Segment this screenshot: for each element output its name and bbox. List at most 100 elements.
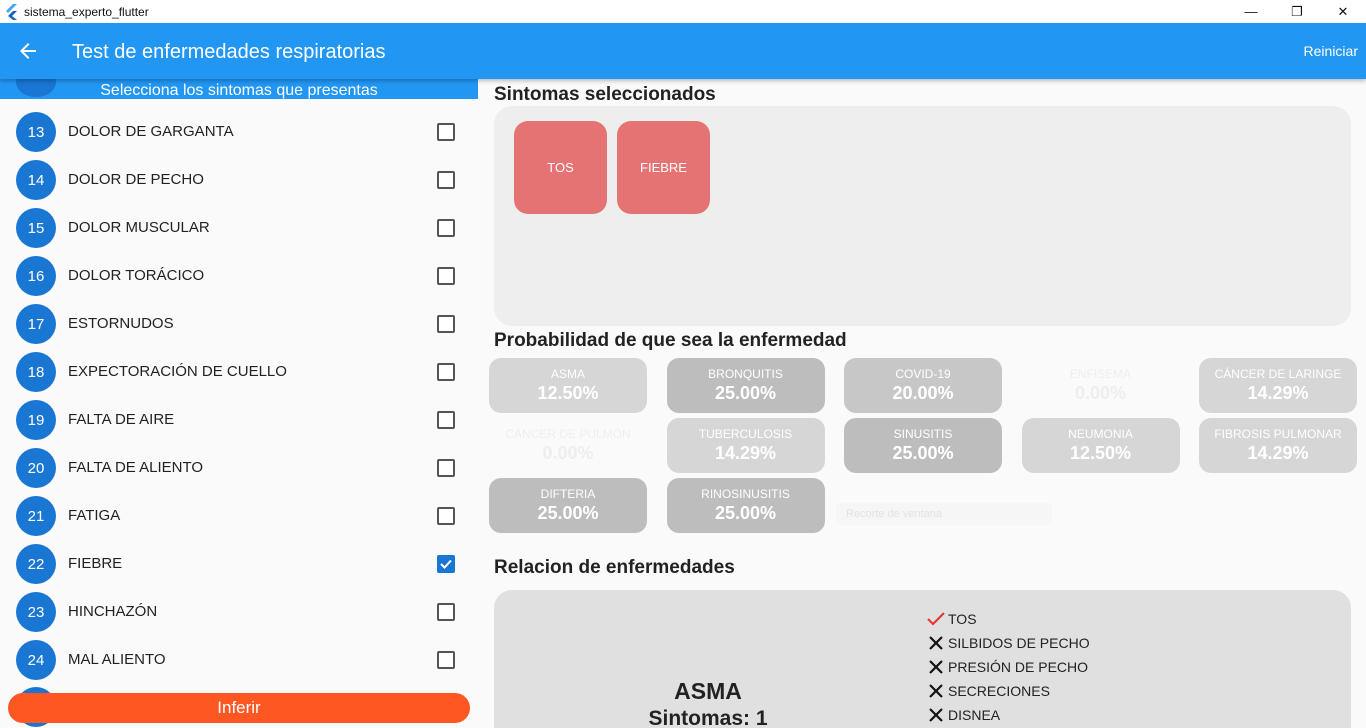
probability-card: DIFTERIA 25.00% bbox=[489, 478, 647, 533]
symptom-checkbox[interactable] bbox=[437, 411, 455, 429]
symptom-row[interactable]: 19 FALTA DE AIRE bbox=[0, 396, 478, 444]
close-window-button[interactable]: ✕ bbox=[1320, 0, 1366, 23]
probability-card: NEUMONIA 12.50% bbox=[1021, 418, 1180, 473]
relation-symptom-label: DISNEA bbox=[948, 707, 1001, 723]
window-title: sistema_experto_flutter bbox=[24, 4, 149, 19]
relation-card: ASMA Sintomas: 1 TOS SILBIDOS DE PECHO PRE… bbox=[494, 590, 1351, 728]
infer-button[interactable]: Inferir bbox=[8, 693, 470, 723]
symptom-checkbox[interactable] bbox=[437, 459, 455, 477]
symptom-list-header-text: Selecciona los sintomas que presentas bbox=[100, 82, 378, 99]
probability-card: CÁNCER DE LARINGE 14.29% bbox=[1199, 358, 1357, 413]
symptom-number-avatar: 14 bbox=[16, 160, 56, 200]
symptom-checkbox[interactable] bbox=[437, 123, 455, 141]
disease-probability: 25.00% bbox=[714, 503, 777, 523]
probability-card: BRONQUITIS 25.00% bbox=[666, 358, 825, 413]
disease-name: TUBERCULOSIS bbox=[698, 427, 793, 441]
page-title: Test de enfermedades respiratorias bbox=[72, 41, 386, 63]
symptom-number-avatar: 18 bbox=[16, 352, 56, 392]
symptom-row[interactable]: 23 HINCHAZÓN bbox=[0, 588, 478, 636]
probability-card: ENFISEMA 0.00% bbox=[1021, 358, 1180, 413]
reset-button[interactable]: Reiniciar bbox=[1304, 43, 1358, 59]
symptom-number-avatar: 16 bbox=[16, 256, 56, 296]
symptom-row[interactable]: 20 FALTA DE ALIENTO bbox=[0, 444, 478, 492]
symptom-list-panel: Selecciona los sintomas que presentas 13… bbox=[0, 79, 478, 728]
flutter-logo-icon bbox=[6, 3, 17, 20]
disease-probability: 12.50% bbox=[1069, 443, 1132, 463]
selected-symptoms-title: Sintomas seleccionados bbox=[494, 84, 716, 105]
symptom-label: FALTA DE ALIENTO bbox=[68, 459, 204, 476]
back-arrow-icon[interactable] bbox=[16, 39, 40, 63]
symptom-checkbox[interactable] bbox=[437, 507, 455, 525]
probability-card: COVID-19 20.00% bbox=[844, 358, 1002, 413]
probability-card: SINUSITIS 25.00% bbox=[844, 418, 1002, 473]
symptom-checkbox[interactable] bbox=[437, 219, 455, 237]
results-panel: Sintomas seleccionados TOS FIEBRE Probab… bbox=[480, 79, 1366, 728]
relation-symptom-item: DISNEA bbox=[926, 703, 1090, 727]
disease-probability: 25.00% bbox=[537, 503, 599, 523]
symptom-number-avatar: 15 bbox=[16, 208, 56, 248]
symptom-number-avatar: 21 bbox=[16, 496, 56, 536]
selected-symptoms-box: TOS FIEBRE bbox=[494, 106, 1351, 326]
symptom-number-avatar: 22 bbox=[16, 544, 56, 584]
relation-symptom-item: SECRECIONES bbox=[926, 679, 1090, 703]
disease-name: CÁNCER DE PULMÓN bbox=[505, 427, 631, 441]
relation-symptom-count: Sintomas: 1 bbox=[648, 707, 768, 728]
symptom-row[interactable]: 24 MAL ALIENTO bbox=[0, 636, 478, 684]
disease-probability: 0.00% bbox=[1074, 383, 1127, 403]
symptom-number-avatar: 24 bbox=[16, 640, 56, 680]
disease-probability: 14.29% bbox=[1247, 383, 1309, 403]
disease-name: NEUMONIA bbox=[1068, 427, 1133, 441]
symptom-row[interactable]: 14 DOLOR DE PECHO bbox=[0, 156, 478, 204]
symptom-row[interactable]: 21 FATIGA bbox=[0, 492, 478, 540]
disease-name: FIBROSIS PULMONAR bbox=[1214, 427, 1342, 441]
disease-probability: 14.29% bbox=[714, 443, 777, 463]
symptom-row[interactable]: 17 ESTORNUDOS bbox=[0, 300, 478, 348]
relation-symptom-label: PRESIÓN DE PECHO bbox=[948, 659, 1089, 675]
check-icon bbox=[927, 612, 945, 626]
disease-probability: 20.00% bbox=[892, 383, 954, 403]
checkmark-icon bbox=[440, 559, 452, 569]
probability-card: RINOSINUSITIS 25.00% bbox=[666, 478, 825, 533]
symptom-checkbox[interactable] bbox=[437, 651, 455, 669]
disease-name: COVID-19 bbox=[895, 367, 951, 381]
relation-symptom-label: SILBIDOS DE PECHO bbox=[948, 635, 1090, 651]
symptom-label: MAL ALIENTO bbox=[68, 651, 166, 668]
selected-chip[interactable]: FIEBRE bbox=[617, 121, 710, 214]
symptom-checkbox[interactable] bbox=[437, 363, 455, 381]
symptom-label: DOLOR DE GARGANTA bbox=[68, 123, 234, 140]
selected-chip[interactable]: TOS bbox=[514, 121, 607, 214]
cross-icon bbox=[929, 684, 943, 698]
disease-probability: 25.00% bbox=[892, 443, 954, 463]
probability-card: TUBERCULOSIS 14.29% bbox=[666, 418, 825, 473]
relation-symptom-item: TOS bbox=[926, 607, 1090, 631]
relation-symptom-item: PRESIÓN DE PECHO bbox=[926, 655, 1090, 679]
symptom-checkbox[interactable] bbox=[437, 603, 455, 621]
disease-name: BRONQUITIS bbox=[708, 367, 783, 381]
disease-name: CÁNCER DE LARINGE bbox=[1214, 367, 1342, 381]
symptom-checkbox[interactable] bbox=[437, 267, 455, 285]
probability-title: Probabilidad de que sea la enfermedad bbox=[494, 330, 847, 351]
symptom-row[interactable]: 16 DOLOR TORÁCICO bbox=[0, 252, 478, 300]
minimize-button[interactable]: — bbox=[1228, 0, 1274, 23]
disease-name: DIFTERIA bbox=[540, 487, 596, 501]
symptom-checkbox[interactable] bbox=[437, 555, 455, 573]
cross-icon bbox=[929, 660, 943, 674]
symptom-row[interactable]: 13 DOLOR DE GARGANTA bbox=[0, 108, 478, 156]
cross-icon bbox=[929, 708, 943, 722]
disease-probability: 14.29% bbox=[1247, 443, 1309, 463]
symptom-number-avatar bbox=[16, 79, 56, 97]
symptom-row[interactable]: 15 DOLOR MUSCULAR bbox=[0, 204, 478, 252]
symptom-row[interactable]: 22 FIEBRE bbox=[0, 540, 478, 588]
symptom-label: FATIGA bbox=[68, 507, 121, 524]
relation-symptom-label: SECRECIONES bbox=[948, 683, 1050, 699]
probability-card: CÁNCER DE PULMÓN 0.00% bbox=[489, 418, 647, 473]
restore-button[interactable]: ❐ bbox=[1274, 0, 1320, 23]
window-titlebar: sistema_experto_flutter — ❐ ✕ bbox=[0, 0, 1366, 23]
symptom-label: FALTA DE AIRE bbox=[68, 411, 175, 428]
symptom-row[interactable]: 18 EXPECTORACIÓN DE CUELLO bbox=[0, 348, 478, 396]
relation-symptom-label: TOS bbox=[948, 611, 977, 627]
ghost-tooltip: Recorte de ventana bbox=[836, 503, 1052, 525]
symptom-checkbox[interactable] bbox=[437, 315, 455, 333]
symptom-checkbox[interactable] bbox=[437, 171, 455, 189]
relation-disease-name: ASMA bbox=[674, 678, 742, 704]
